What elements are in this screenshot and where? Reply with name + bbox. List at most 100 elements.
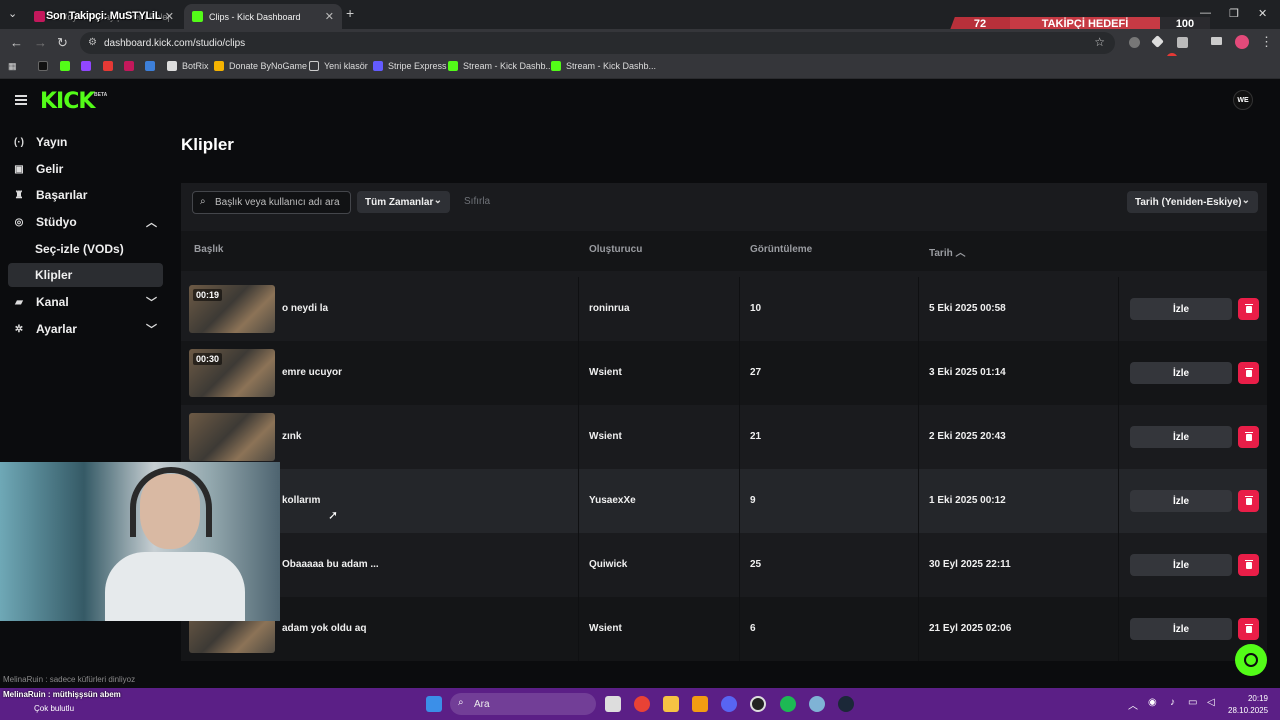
table-row: zınk Wsient 21 2 Eki 2025 20:43 İzle (181, 405, 1267, 469)
column-header-views[interactable]: Görüntüleme (750, 244, 812, 255)
url-field[interactable]: ⚙ dashboard.kick.com/studio/clips ☆ (80, 32, 1115, 54)
clip-views: 9 (750, 495, 756, 506)
kick-logo[interactable]: KICK (40, 89, 95, 114)
obs-icon[interactable] (750, 696, 766, 712)
new-tab-button[interactable]: + (346, 5, 354, 21)
file-explorer-icon[interactable] (663, 696, 679, 712)
sidebar-item-gelir[interactable]: ▣ Gelir (8, 157, 163, 181)
chrome-icon[interactable] (634, 696, 650, 712)
back-icon[interactable]: ← (10, 35, 23, 50)
extensions-puzzle-icon[interactable] (1177, 37, 1188, 48)
sidebar-item-ayarlar[interactable]: ✲ Ayarlar ﹀ (8, 317, 163, 341)
close-tab-icon[interactable]: ✕ (165, 10, 174, 23)
sidebar-item-vods[interactable]: Seç-izle (VODs) (8, 237, 163, 261)
microphone-icon[interactable]: ♪ (1170, 697, 1175, 708)
column-divider (739, 277, 740, 341)
delete-button[interactable] (1238, 426, 1259, 448)
forward-icon[interactable]: → (34, 35, 47, 50)
support-chat-button[interactable] (1235, 644, 1267, 676)
column-header-title[interactable]: Başlık (194, 244, 223, 255)
clip-creator[interactable]: Quiwick (589, 559, 627, 570)
bookmark-folder[interactable]: Yeni klasör (309, 61, 368, 71)
kick-dashboard: KICK BETA WE (·) Yayın ▣ Gelir ♜ Başarıl… (0, 80, 1280, 688)
bookmark-icon[interactable] (38, 61, 48, 71)
browser-tab-clips[interactable]: Clips - Kick Dashboard ✕ (184, 4, 342, 29)
browser-icon[interactable] (809, 696, 825, 712)
bookmark-stripe[interactable]: Stripe Express (373, 61, 447, 71)
profile-avatar-icon[interactable] (1235, 35, 1249, 49)
volume-icon[interactable]: ◁ (1207, 697, 1215, 708)
watch-button[interactable]: İzle (1130, 426, 1232, 448)
delete-button[interactable] (1238, 554, 1259, 576)
tray-app-icon[interactable]: ◉ (1148, 697, 1157, 708)
spotify-icon[interactable] (780, 696, 796, 712)
minimize-icon[interactable]: — (1200, 7, 1211, 19)
sidebar-item-studyo[interactable]: ◎ Stüdyo ︿ (8, 210, 163, 234)
clip-creator[interactable]: YusaexXe (589, 495, 636, 506)
channel-icon: ▰ (15, 296, 23, 308)
bookmark-stream-1[interactable]: Stream - Kick Dashb... (448, 61, 553, 71)
tab-search-icon[interactable]: ⌄ (8, 7, 17, 20)
time-range-dropdown[interactable]: Tüm Zamanlar ⌄ (357, 191, 450, 213)
sidebar-item-basarilar[interactable]: ♜ Başarılar (8, 183, 163, 207)
chevron-down-icon[interactable]: ﹀ (146, 294, 157, 310)
close-window-icon[interactable]: ✕ (1258, 7, 1267, 20)
network-icon[interactable]: ▭ (1188, 697, 1197, 708)
task-view-icon[interactable] (605, 696, 621, 712)
watch-button[interactable]: İzle (1130, 490, 1232, 512)
discord-icon[interactable] (721, 696, 737, 712)
delete-button[interactable] (1238, 298, 1259, 320)
bookmark-stream-2[interactable]: Stream - Kick Dashb... (551, 61, 656, 71)
twitch-bookmark-icon[interactable] (81, 61, 91, 71)
delete-button[interactable] (1238, 490, 1259, 512)
menu-icon[interactable] (15, 95, 27, 105)
app-icon[interactable] (692, 696, 708, 712)
watch-button[interactable]: İzle (1130, 362, 1232, 384)
extension-diamond-icon[interactable] (1151, 35, 1164, 48)
chevron-down-icon[interactable]: ﹀ (146, 321, 157, 337)
bookmark-botrix[interactable]: BotRix (167, 61, 209, 71)
watch-button[interactable]: İzle (1130, 298, 1232, 320)
weather-widget[interactable]: Çok bulutlu (34, 704, 74, 713)
tray-chevron-icon[interactable]: ︿ (1128, 697, 1138, 712)
user-avatar[interactable]: WE (1233, 90, 1253, 110)
search-input[interactable]: ⌕ Başlık veya kullanıcı adı ara (192, 191, 351, 214)
reload-icon[interactable]: ↻ (57, 35, 68, 51)
clip-creator[interactable]: Wsient (589, 431, 622, 442)
extension-icon[interactable] (1129, 37, 1140, 48)
apps-grid-icon[interactable]: ▦ (8, 61, 17, 72)
kick-bookmark-icon[interactable] (60, 61, 70, 71)
steam-bookmark-icon[interactable] (145, 61, 155, 71)
watch-button[interactable]: İzle (1130, 618, 1232, 640)
column-header-creator[interactable]: Oluşturucu (589, 244, 642, 255)
clip-creator[interactable]: Wsient (589, 367, 622, 378)
bookmark-star-icon[interactable]: ☆ (1094, 35, 1105, 49)
youtube-bookmark-icon[interactable] (103, 61, 113, 71)
sidebar-item-kanal[interactable]: ▰ Kanal ﹀ (8, 290, 163, 314)
clip-creator[interactable]: Wsient (589, 623, 622, 634)
bookmark-bynogame[interactable]: Donate ByNoGame (214, 61, 307, 71)
clip-creator[interactable]: roninrua (589, 303, 630, 314)
maximize-icon[interactable]: ❐ (1229, 7, 1239, 20)
close-tab-icon[interactable]: ✕ (325, 10, 334, 23)
steam-icon[interactable] (838, 696, 854, 712)
media-controls-icon[interactable] (1211, 37, 1222, 45)
browser-menu-icon[interactable]: ⋮ (1260, 34, 1273, 50)
clip-views: 25 (750, 559, 762, 570)
clock[interactable]: 20:19 28.10.2025 (1228, 693, 1268, 717)
taskbar-search[interactable]: ⌕ Ara (450, 693, 596, 715)
delete-button[interactable] (1238, 618, 1259, 640)
sidebar-item-clips[interactable]: Klipler (8, 263, 163, 287)
delete-button[interactable] (1238, 362, 1259, 384)
reset-button[interactable]: Sıfırla (464, 196, 490, 207)
sort-dropdown[interactable]: Tarih (Yeniden-Eskiye) ⌄ (1127, 191, 1258, 213)
watch-button[interactable]: İzle (1130, 554, 1232, 576)
bookmark-icon[interactable] (124, 61, 134, 71)
sidebar-item-yayin[interactable]: (·) Yayın (8, 130, 163, 154)
site-info-icon[interactable]: ⚙ (88, 37, 97, 48)
clip-thumbnail[interactable] (189, 413, 275, 461)
start-icon[interactable] (426, 696, 442, 712)
chevron-up-icon[interactable]: ︿ (146, 214, 157, 230)
bookmark-label: Donate ByNoGame (229, 61, 308, 71)
column-header-date[interactable]: Tarih ︿ (929, 244, 966, 259)
